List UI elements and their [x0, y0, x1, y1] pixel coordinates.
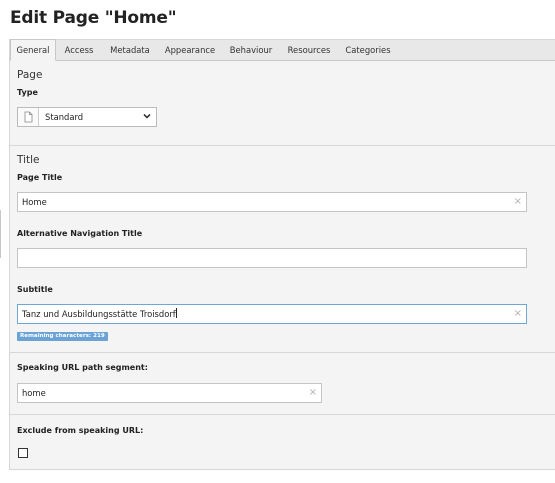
- remaining-characters-badge: Remaining characters: 219: [17, 332, 108, 341]
- chevron-down-icon: [143, 113, 151, 119]
- tab-general[interactable]: General: [10, 39, 56, 61]
- url-segment-input-value: home: [22, 388, 46, 398]
- tab-access[interactable]: Access: [56, 40, 102, 61]
- url-segment-label: Speaking URL path segment:: [17, 363, 148, 372]
- tab-appearance[interactable]: Appearance: [158, 40, 222, 61]
- clear-icon[interactable]: ×: [514, 305, 522, 323]
- subtitle-label: Subtitle: [17, 285, 53, 294]
- type-label: Type: [17, 88, 38, 97]
- section-divider: [10, 352, 555, 353]
- tab-bar: General Access Metadata Appearance Behav…: [10, 39, 555, 61]
- tab-behaviour[interactable]: Behaviour: [222, 40, 280, 61]
- type-select[interactable]: Standard: [17, 107, 157, 127]
- subtitle-input-value: Tanz und Ausbildungsstätte Troisdorf: [22, 309, 176, 319]
- url-segment-input[interactable]: home ×: [17, 383, 322, 403]
- section-title-page: Page: [17, 69, 43, 81]
- subtitle-input[interactable]: Tanz und Ausbildungsstätte Troisdorf ×: [17, 304, 527, 324]
- section-divider: [10, 145, 555, 146]
- alt-nav-title-input[interactable]: [17, 248, 527, 268]
- page-title-label: Page Title: [17, 173, 63, 182]
- page-title-input-value: Home: [22, 197, 47, 207]
- tab-metadata[interactable]: Metadata: [102, 40, 158, 61]
- exclude-url-label: Exclude from speaking URL:: [17, 426, 144, 435]
- section-title-title: Title: [17, 154, 40, 166]
- document-icon: [18, 108, 39, 126]
- page-title: Edit Page "Home": [10, 8, 177, 28]
- alt-nav-title-label: Alternative Navigation Title: [17, 229, 143, 238]
- tab-categories[interactable]: Categories: [338, 40, 398, 61]
- clear-icon[interactable]: ×: [514, 193, 522, 211]
- page-title-input[interactable]: Home ×: [17, 192, 527, 212]
- form-panel: General Access Metadata Appearance Behav…: [9, 39, 555, 470]
- side-edge-marker: [0, 210, 3, 258]
- type-select-value: Standard: [45, 112, 84, 122]
- section-divider: [10, 414, 555, 415]
- tab-resources[interactable]: Resources: [280, 40, 338, 61]
- exclude-url-checkbox[interactable]: [18, 448, 28, 458]
- clear-icon[interactable]: ×: [309, 384, 317, 402]
- text-caret: [175, 308, 177, 318]
